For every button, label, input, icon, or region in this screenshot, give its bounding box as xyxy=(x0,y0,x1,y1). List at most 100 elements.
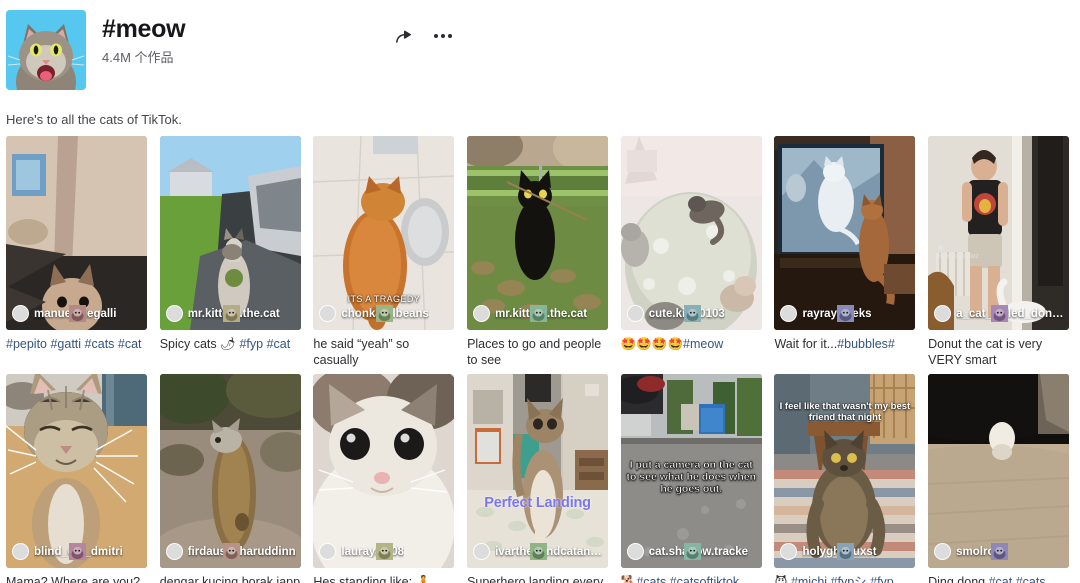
video-author[interactable]: chonkandbeans xyxy=(319,305,450,322)
hashtag-description: Here's to all the cats of TikTok. xyxy=(6,112,182,127)
video-caption[interactable]: #pepito #gatti #cats #cat xyxy=(6,336,147,352)
avatar[interactable] xyxy=(12,543,86,560)
video-card[interactable]: firdausbaharuddinn dengar kucing borak ja… xyxy=(159,374,301,583)
video-thumbnail[interactable]: ▣ 06.18.20:21 XMZ a_cat_called_donut_ xyxy=(928,136,1070,330)
video-author[interactable]: rayrayweeks xyxy=(780,305,911,322)
avatar[interactable] xyxy=(626,543,701,560)
video-author[interactable]: manuellelegalli xyxy=(12,305,143,322)
video-card[interactable]: rayrayweeks Wait for it...#bubbles# xyxy=(774,136,916,368)
video-card[interactable]: mr.kitters.the.cat Spicy cats 🌶 #fyp #cat xyxy=(159,136,301,368)
more-dots xyxy=(434,34,452,38)
video-thumbnail[interactable]: laurayaki08 xyxy=(313,374,455,568)
video-thumbnail[interactable]: manuellelegalli xyxy=(6,136,147,330)
video-author[interactable]: smolro xyxy=(934,543,1065,560)
caption-hashtag[interactable]: #pepito #gatti #cats #cat xyxy=(6,337,142,351)
video-author[interactable]: holygheauxst xyxy=(780,543,911,560)
video-author[interactable]: cat.shadow.tracke xyxy=(626,543,758,560)
video-author[interactable]: firdausbaharuddinn xyxy=(165,543,297,560)
caption-text: Superhero landing every time xyxy=(467,575,604,583)
video-caption[interactable]: dengar kucing borak japp xyxy=(160,574,301,583)
caption-hashtag[interactable]: #meow xyxy=(683,337,723,351)
avatar[interactable] xyxy=(12,305,86,322)
video-caption[interactable]: Wait for it...#bubbles# xyxy=(774,336,915,352)
video-card[interactable]: manuellelegalli #pepito #gatti #cats #cat xyxy=(6,136,147,368)
avatar[interactable] xyxy=(165,305,240,322)
video-author[interactable]: ivartheblindcatand… xyxy=(473,543,604,560)
video-thumbnail[interactable]: rayrayweeks xyxy=(774,136,916,330)
video-caption[interactable]: 🤩🤩🤩🤩#meow xyxy=(621,336,762,352)
video-caption[interactable]: Hes standing like: 🧍 xyxy=(313,574,454,583)
video-caption[interactable]: Mama? Where are you? 🐱 xyxy=(6,574,147,583)
hashtag-avatar xyxy=(6,10,86,90)
hashtag-header: #meow 4.4M 个作品 xyxy=(6,10,1074,92)
avatar[interactable] xyxy=(473,305,548,322)
video-author[interactable]: a_cat_called_donut_ xyxy=(934,305,1065,322)
avatar[interactable] xyxy=(934,543,1009,560)
video-card[interactable]: mr.kitters.the.cat Places to go and peopl… xyxy=(467,136,609,368)
caption-hashtag[interactable]: #cat #cats xyxy=(989,575,1046,583)
video-thumbnail[interactable]: mr.kitters.the.cat xyxy=(159,136,301,330)
avatar[interactable] xyxy=(934,305,1009,322)
video-card[interactable]: Perfect Landing ivartheblindcatand… Superh… xyxy=(467,374,609,583)
video-card[interactable]: I feel like that wasn't my best friend t… xyxy=(774,374,916,583)
more-options-icon[interactable] xyxy=(430,23,456,49)
video-thumbnail[interactable]: Perfect Landing ivartheblindcatand… xyxy=(467,374,609,568)
video-author[interactable]: cute.kitty0103 xyxy=(626,305,758,322)
header-actions xyxy=(390,23,456,49)
video-caption[interactable]: 😈 #michi #fypシ #fyp xyxy=(774,574,915,583)
caption-hashtag[interactable]: #fyp #cat xyxy=(236,337,290,351)
caption-hashtag[interactable]: #bubbles# xyxy=(837,337,895,351)
caption-hashtag[interactable]: #cats #catsoftiktok xyxy=(636,575,739,583)
video-thumbnail[interactable]: smolro xyxy=(928,374,1070,568)
caption-emoji: 🧍 xyxy=(415,574,432,583)
video-card[interactable]: ▣ 06.18.20:21 XMZ a_cat_called_donut_ Donut… xyxy=(928,136,1070,368)
video-caption[interactable]: Ding dong #cat #cats xyxy=(928,574,1069,583)
caption-emoji: 🤩🤩🤩🤩 xyxy=(620,336,684,351)
video-card[interactable]: laurayaki08 Hes standing like: 🧍 xyxy=(313,374,455,583)
video-caption[interactable]: Places to go and people to see xyxy=(467,336,608,368)
video-author[interactable]: mr.kitters.the.cat xyxy=(165,305,297,322)
share-arrow-icon[interactable] xyxy=(390,23,416,49)
video-thumbnail[interactable]: cute.kitty0103 xyxy=(620,136,762,330)
video-thumbnail[interactable]: mr.kitters.the.cat xyxy=(467,136,609,330)
avatar[interactable] xyxy=(473,543,548,560)
avatar[interactable] xyxy=(319,305,394,322)
video-thumbnail[interactable]: blind_cat_dmitri xyxy=(6,374,147,568)
video-thumbnail[interactable]: firdausbaharuddinn xyxy=(159,374,301,568)
video-card[interactable]: cute.kitty0103 🤩🤩🤩🤩#meow xyxy=(620,136,762,368)
video-author[interactable]: blind_cat_dmitri xyxy=(12,543,143,560)
video-card[interactable]: ITS A TRAGEDYchonkandbeans he said “yeah”… xyxy=(313,136,455,368)
avatar[interactable] xyxy=(165,543,240,560)
video-thumbnail[interactable]: I put a camera on the cat to see what he… xyxy=(620,374,762,568)
caption-emoji: 🌶 xyxy=(220,336,236,351)
video-card[interactable]: smolro Ding dong #cat #cats xyxy=(928,374,1070,583)
caption-text: Ding dong xyxy=(928,575,989,583)
avatar[interactable] xyxy=(780,305,855,322)
video-count: 4.4M 个作品 xyxy=(102,50,174,65)
video-author[interactable]: laurayaki08 xyxy=(319,543,450,560)
avatar[interactable] xyxy=(626,305,701,322)
page-title: #meow xyxy=(102,15,186,43)
caption-text: Spicy cats xyxy=(159,337,221,351)
caption-emoji: 🐕 xyxy=(620,574,637,583)
video-caption[interactable]: he said “yeah” so casually xyxy=(313,336,454,368)
caption-text: he said “yeah” so casually xyxy=(313,337,410,367)
avatar[interactable] xyxy=(780,543,855,560)
avatar[interactable] xyxy=(319,543,394,560)
caption-text: dengar kucing borak japp xyxy=(159,575,301,583)
video-caption[interactable]: Spicy cats 🌶 #fyp #cat xyxy=(160,336,301,352)
video-author[interactable]: mr.kitters.the.cat xyxy=(473,305,604,322)
hashtag-header-text: #meow 4.4M 个作品 xyxy=(102,14,186,67)
caption-hashtag[interactable]: #michi #fypシ #fyp xyxy=(787,575,894,583)
video-caption[interactable]: Donut the cat is very VERY smart xyxy=(928,336,1069,368)
video-thumbnail[interactable]: ITS A TRAGEDYchonkandbeans xyxy=(313,136,455,330)
video-caption[interactable]: 🐕#cats #catsoftiktok xyxy=(621,574,762,583)
video-caption[interactable]: Superhero landing every time xyxy=(467,574,608,583)
caption-text: Wait for it... xyxy=(774,337,838,351)
video-thumbnail[interactable]: I feel like that wasn't my best friend t… xyxy=(774,374,916,568)
camera-timestamp-overlay: ▣ 06.18.20:21 XMZ xyxy=(936,244,979,260)
video-card[interactable]: I put a camera on the cat to see what he… xyxy=(620,374,762,583)
video-card[interactable]: blind_cat_dmitri Mama? Where are you? 🐱 xyxy=(6,374,147,583)
caption-text: Donut the cat is very VERY smart xyxy=(928,337,1043,367)
video-grid: manuellelegalli #pepito #gatti #cats #cat… xyxy=(6,136,1076,583)
